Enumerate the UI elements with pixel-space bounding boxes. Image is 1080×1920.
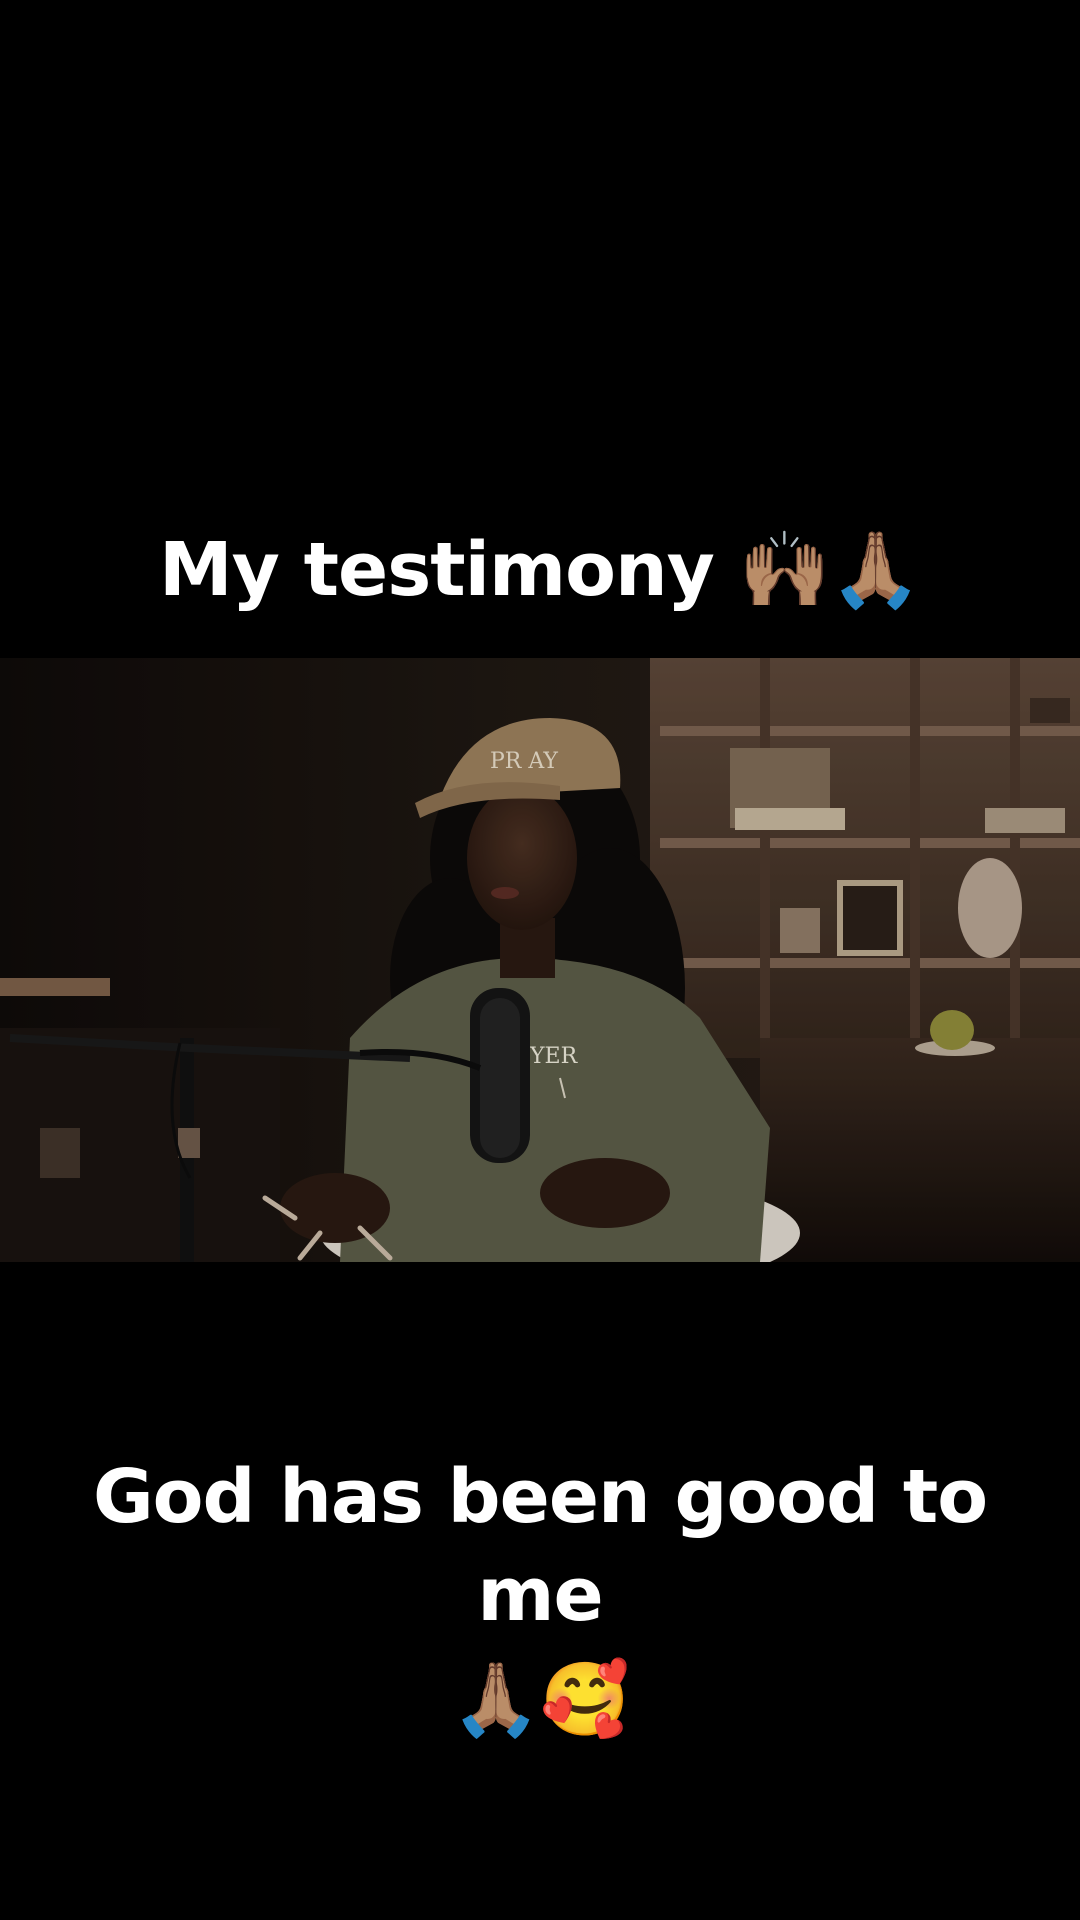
podcast-scene: PR AY YER bbox=[0, 658, 1080, 1262]
video-frame[interactable]: PR AY YER bbox=[0, 658, 1080, 1262]
bottom-caption: God has been good to me 🙏🏽🥰 bbox=[60, 1448, 1020, 1754]
top-caption: My testimony 🙌🏽🙏🏽 bbox=[159, 527, 922, 613]
bottom-caption-emojis: 🙏🏽🥰 bbox=[451, 1657, 629, 1741]
video-screen[interactable]: My testimony 🙌🏽🙏🏽 PR AY YER God has been… bbox=[0, 0, 1080, 1920]
bottom-caption-text: God has been good to me bbox=[92, 1454, 988, 1638]
